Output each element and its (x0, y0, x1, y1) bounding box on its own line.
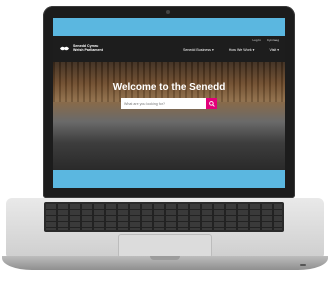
hero-title: Welcome to the Senedd (112, 82, 226, 93)
utility-language-link[interactable]: Cymraeg (267, 38, 279, 42)
nav-label: Senedd Business (183, 48, 211, 52)
camera-icon (166, 10, 170, 14)
hero-banner: Welcome to the Senedd (53, 62, 285, 170)
logo-text: Senedd Cymru Welsh Parliament (73, 44, 103, 52)
chevron-down-icon: ▾ (277, 48, 279, 52)
nav-label: Visit (269, 48, 277, 52)
nav-item-visit[interactable]: Visit ▾ (269, 48, 279, 52)
search-bar (121, 98, 217, 109)
main-nav: Senedd Business ▾ How We Work ▾ Visit ▾ (183, 48, 279, 52)
search-input[interactable] (121, 101, 206, 106)
chevron-down-icon: ▾ (252, 48, 255, 52)
status-led (300, 264, 306, 266)
website: Log In Cymraeg Senedd Cymru Welsh Parlia… (53, 36, 285, 170)
nav-item-senedd-business[interactable]: Senedd Business ▾ (183, 48, 214, 52)
utility-login-link[interactable]: Log In (252, 38, 260, 42)
site-header: Log In Cymraeg Senedd Cymru Welsh Parlia… (53, 36, 285, 62)
senedd-logo-icon (60, 46, 69, 51)
laptop-screen: Log In Cymraeg Senedd Cymru Welsh Parlia… (53, 18, 285, 188)
search-button[interactable] (206, 98, 217, 109)
keyboard (44, 202, 284, 232)
keyboard-keys (46, 204, 282, 230)
laptop-lid: Log In Cymraeg Senedd Cymru Welsh Parlia… (43, 6, 295, 198)
utility-links: Log In Cymraeg (252, 38, 279, 42)
logo-line2: Welsh Parliament (73, 48, 103, 53)
search-icon (208, 100, 215, 107)
chevron-down-icon: ▾ (211, 48, 214, 52)
nav-item-how-we-work[interactable]: How We Work ▾ (229, 48, 255, 52)
nav-label: How We Work (228, 48, 252, 52)
trackpad (118, 234, 212, 258)
site-logo[interactable]: Senedd Cymru Welsh Parliament (59, 44, 103, 52)
lid-notch (150, 256, 180, 260)
